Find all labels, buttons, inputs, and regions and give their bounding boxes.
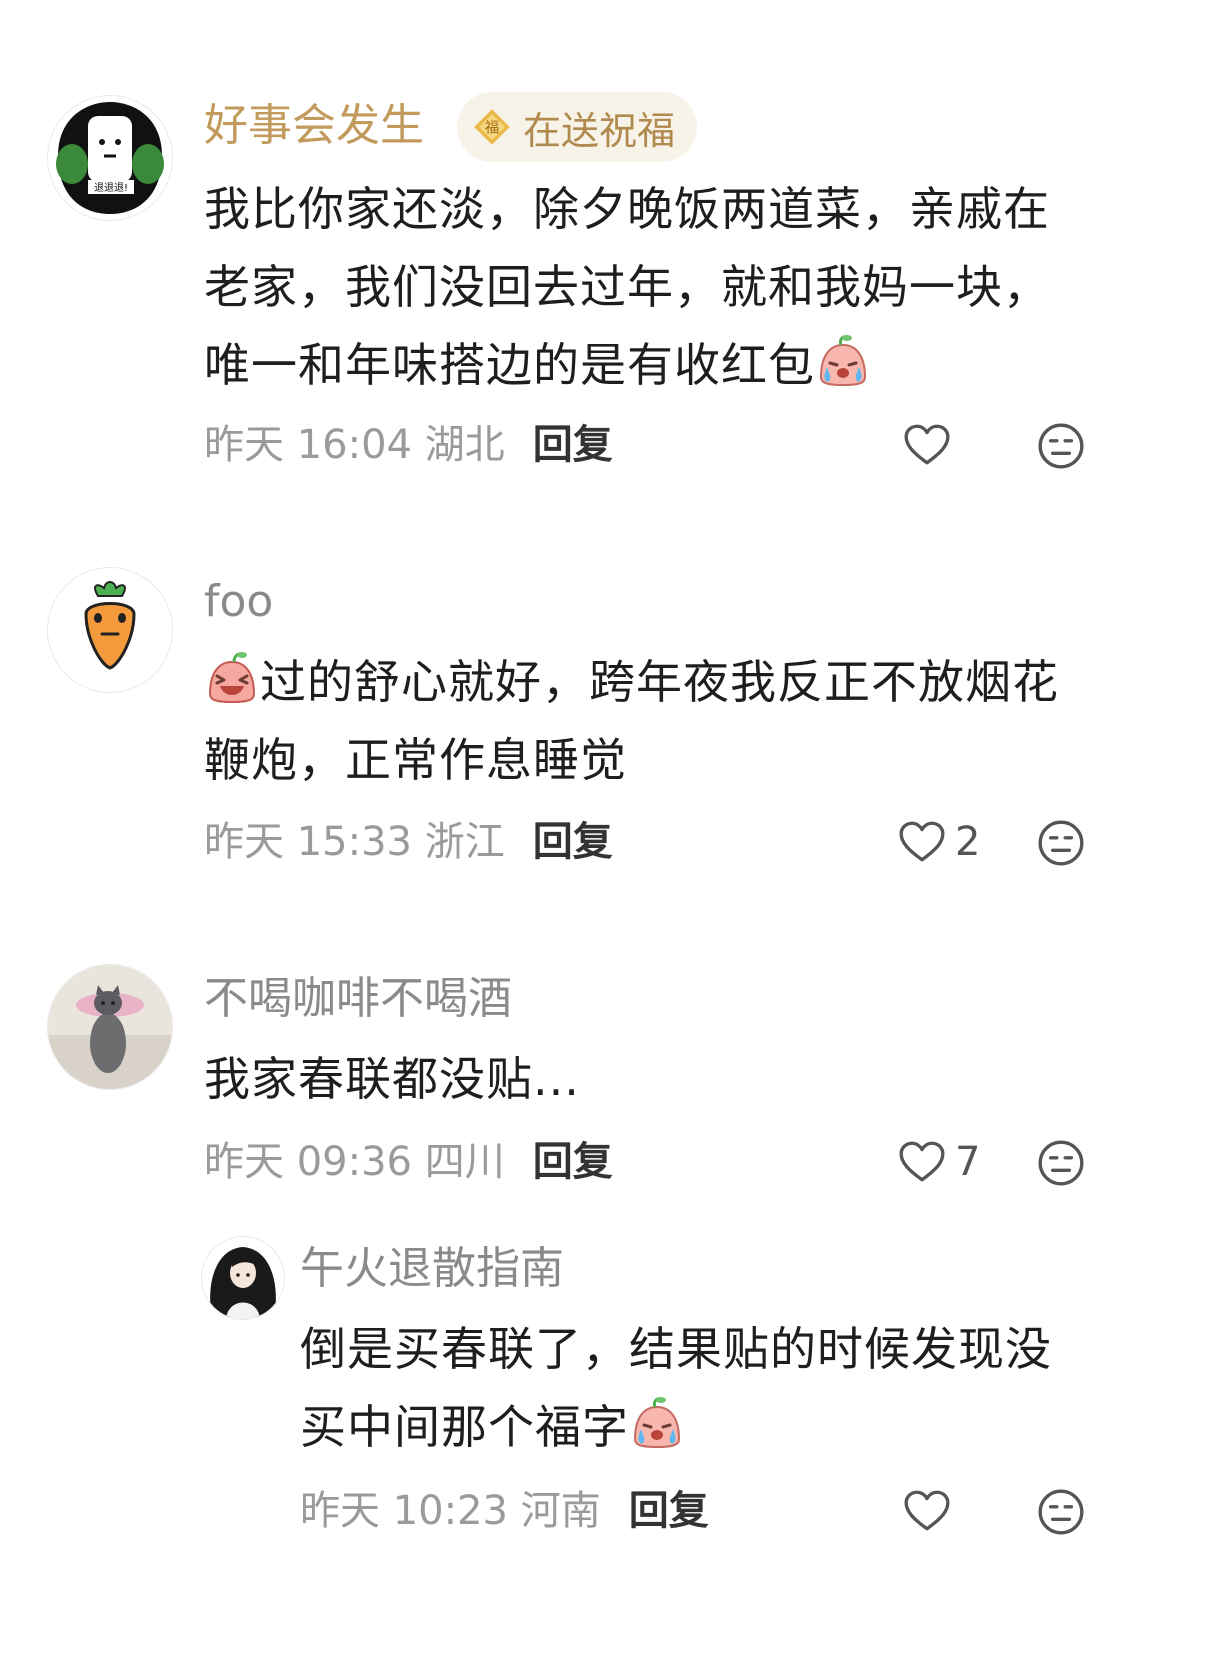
comment-text: 倒是买春联了，结果贴的时候发现没 买中间那个福字 (300, 1310, 1052, 1466)
reply-item: 午火退散指南 倒是买春联了，结果贴的时候发现没 买中间那个福字 昨天 10:23… (0, 0, 1220, 1663)
username[interactable]: 午火退散指南 (300, 1241, 564, 1297)
crying-face-emoji (629, 1395, 685, 1451)
avatar[interactable] (201, 1236, 285, 1320)
like-button[interactable] (902, 1486, 960, 1536)
comment-meta: 昨天 10:23 河南 回复 (300, 1486, 709, 1536)
comment-line-with-emoji: 买中间那个福字 (300, 1388, 1052, 1466)
anime-girl-avatar-icon (202, 1237, 284, 1319)
heart-outline-icon (902, 1486, 952, 1536)
timestamp-location: 昨天 10:23 河南 (300, 1488, 601, 1534)
neutral-face-icon[interactable] (1036, 1487, 1086, 1537)
reply-button[interactable]: 回复 (629, 1488, 709, 1534)
comment-line-text: 买中间那个福字 (300, 1400, 629, 1454)
comment-line: 倒是买春联了，结果贴的时候发现没 (300, 1322, 1052, 1376)
